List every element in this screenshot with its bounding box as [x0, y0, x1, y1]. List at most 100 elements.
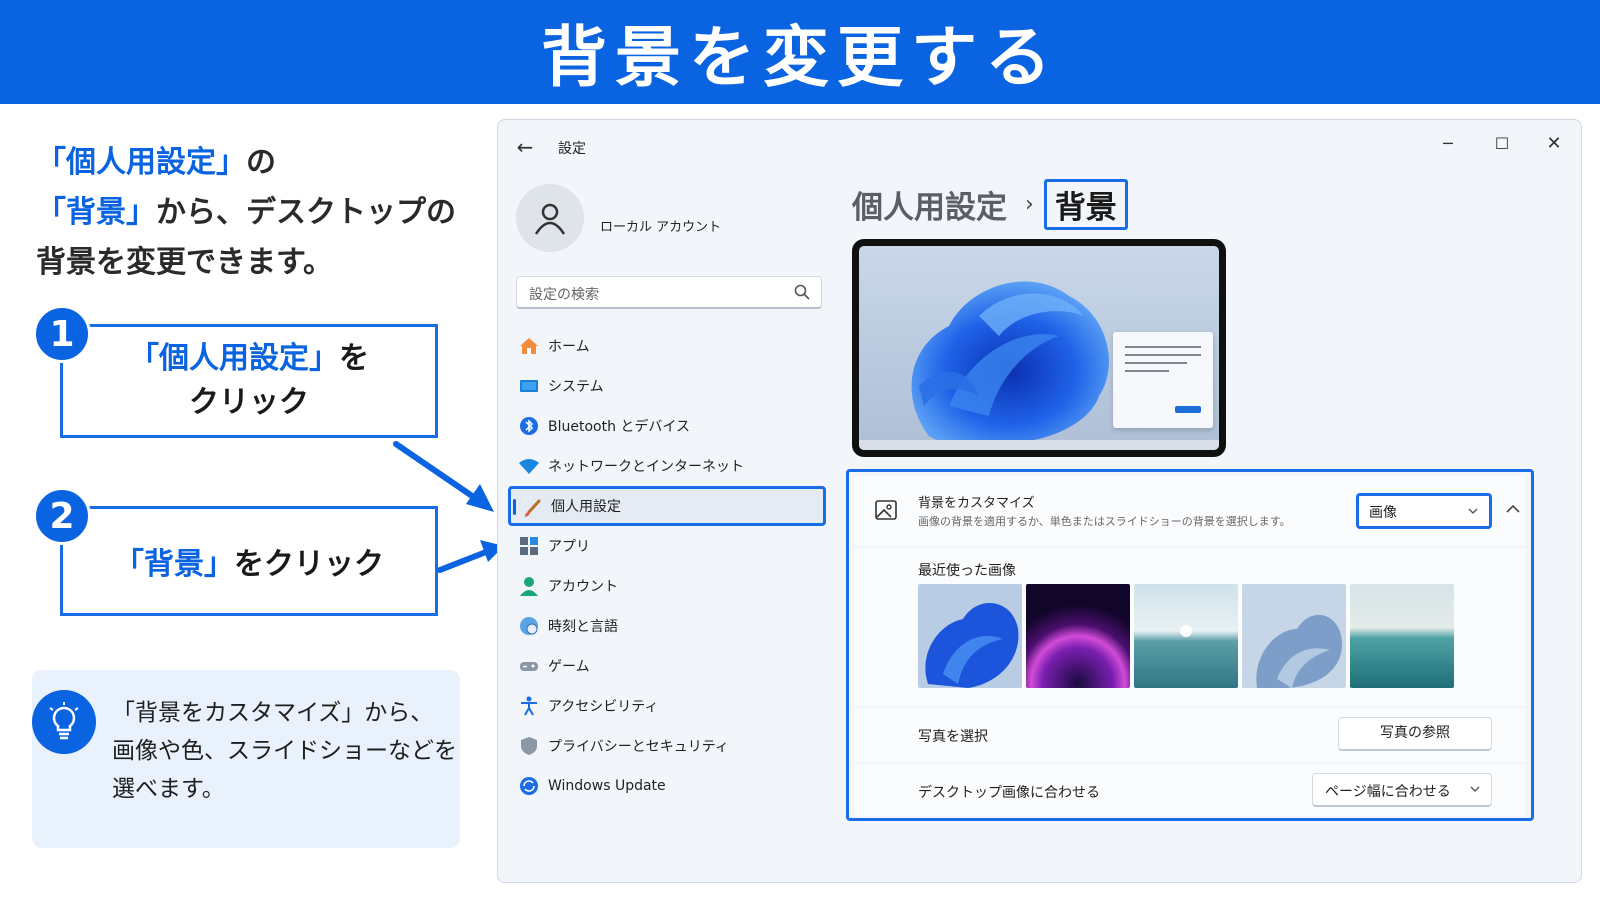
step1-rest: を: [339, 341, 369, 376]
sidebar-item-gaming[interactable]: ゲーム: [508, 646, 826, 686]
sidebar-item-privacy[interactable]: プライバシーとセキュリティ: [508, 726, 826, 766]
sidebar-item-label: 個人用設定: [551, 499, 621, 515]
home-icon: [518, 335, 540, 357]
thumbnail-lake-horizon[interactable]: [1134, 584, 1238, 688]
choose-photo-label: 写真を選択: [918, 729, 988, 745]
sidebar-item-system[interactable]: システム: [508, 366, 826, 406]
search-icon: [794, 284, 810, 300]
page-title: 背景を変更する: [541, 19, 1059, 96]
tip-text: 「背景をカスタマイズ」から、 画像や色、スライドショーなどを 選べます。: [112, 694, 460, 808]
step1-highlight: 「個人用設定」: [129, 341, 339, 376]
intro-line2-rest: から、デスクトップの: [156, 195, 456, 230]
person-icon: [518, 575, 540, 597]
minimize-button[interactable]: ─: [1425, 126, 1471, 160]
apps-icon: [518, 535, 540, 557]
sidebar-item-bluetooth[interactable]: Bluetooth とデバイス: [508, 406, 826, 446]
title-banner: 背景を変更する: [0, 0, 1600, 104]
sidebar-item-label: アクセシビリティ: [548, 699, 659, 715]
sidebar-item-label: Windows Update: [548, 778, 666, 794]
fit-row: デスクトップ画像に合わせる ページ幅に合わせる: [854, 764, 1526, 816]
sidebar-item-label: システム: [548, 379, 604, 395]
intro-line3: 背景を変更できます。: [36, 245, 333, 280]
fit-select[interactable]: ページ幅に合わせる: [1312, 773, 1492, 807]
browse-photos-button[interactable]: 写真の参照: [1338, 717, 1492, 751]
thumbnail-blue-bloom[interactable]: [918, 584, 1022, 688]
account-name: ローカル アカウント: [600, 220, 722, 235]
back-arrow-icon[interactable]: ←: [512, 134, 538, 160]
breadcrumb-separator: ›: [1025, 191, 1034, 217]
sidebar-item-apps[interactable]: アプリ: [508, 526, 826, 566]
shield-icon: [518, 735, 540, 757]
sidebar-item-label: ホーム: [548, 339, 590, 355]
sidebar-item-accounts[interactable]: アカウント: [508, 566, 826, 606]
brush-icon: [521, 498, 543, 520]
thumbnail-pale-bloom[interactable]: [1242, 584, 1346, 688]
sidebar-item-home[interactable]: ホーム: [508, 326, 826, 366]
breadcrumb-parent[interactable]: 個人用設定: [852, 182, 1007, 227]
step1-number: 1: [33, 305, 91, 363]
sidebar-item-label: 時刻と言語: [548, 619, 618, 635]
close-button[interactable]: ✕: [1531, 126, 1577, 160]
recent-images-row: 最近使った画像: [854, 548, 1526, 706]
sidebar-item-label: アプリ: [548, 539, 590, 555]
bluetooth-icon: [518, 415, 540, 437]
sidebar-item-accessibility[interactable]: アクセシビリティ: [508, 686, 826, 726]
desktop-preview: [852, 239, 1226, 457]
background-settings-panel: 背景をカスタマイズ 画像の背景を適用するか、単色またはスライドショーの背景を選択…: [846, 469, 1534, 821]
customize-background-description: 画像の背景を適用するか、単色またはスライドショーの背景を選択します。: [918, 515, 1291, 528]
sidebar-nav: ホーム システム Bluetooth とデバイス ネットワークとインターネット …: [508, 326, 826, 806]
picture-icon: [875, 500, 897, 520]
sidebar-item-personalization[interactable]: 個人用設定: [508, 486, 826, 526]
sidebar-item-windows-update[interactable]: Windows Update: [508, 766, 826, 806]
customize-background-row: 背景をカスタマイズ 画像の背景を適用するか、単色またはスライドショーの背景を選択…: [854, 476, 1526, 546]
chevron-down-icon: [1468, 508, 1478, 514]
thumbnail-purple-glow[interactable]: [1026, 584, 1130, 688]
search-input[interactable]: 設定の検索: [516, 276, 822, 309]
recent-images-title: 最近使った画像: [918, 563, 1016, 579]
update-icon: [518, 775, 540, 797]
avatar[interactable]: [516, 184, 584, 252]
tip-box: 「背景をカスタマイズ」から、 画像や色、スライドショーなどを 選べます。: [32, 670, 460, 848]
choose-photo-row: 写真を選択 写真の参照: [854, 708, 1526, 762]
sidebar-item-time-language[interactable]: 時刻と言語: [508, 606, 826, 646]
step2-highlight: 「背景」: [114, 547, 234, 582]
intro-highlight-personalization: 「個人用設定」: [36, 145, 246, 180]
sidebar-item-network[interactable]: ネットワークとインターネット: [508, 446, 826, 486]
breadcrumb-current: 背景: [1043, 178, 1128, 230]
gamepad-icon: [518, 655, 540, 677]
maximize-button[interactable]: ☐: [1479, 126, 1525, 160]
sidebar-item-label: ゲーム: [548, 659, 590, 675]
accessibility-icon: [518, 695, 540, 717]
step1-line2: クリック: [189, 385, 309, 420]
chevron-down-icon: [1470, 786, 1480, 792]
wifi-icon: [518, 455, 540, 477]
fit-value: ページ幅に合わせる: [1325, 784, 1451, 800]
sidebar-item-label: Bluetooth とデバイス: [548, 419, 690, 435]
thumbnail-teal-lake[interactable]: [1350, 584, 1454, 688]
intro-text: 「個人用設定」の 「背景」から、デスクトップの 背景を変更できます。: [36, 138, 456, 288]
fit-label: デスクトップ画像に合わせる: [918, 785, 1100, 801]
user-icon: [534, 203, 566, 235]
sidebar-item-label: ネットワークとインターネット: [548, 459, 744, 475]
step2-rest: をクリック: [234, 547, 384, 582]
sidebar-item-label: プライバシーとセキュリティ: [548, 739, 729, 755]
window-title: 設定: [558, 141, 586, 157]
chevron-up-icon[interactable]: [1504, 500, 1522, 518]
recent-images-list: [918, 584, 1454, 688]
settings-window: ← 設定 ─ ☐ ✕ ローカル アカウント 設定の検索 ホーム システム Blu…: [497, 119, 1582, 883]
breadcrumb: 個人用設定 › 背景: [852, 178, 1128, 230]
step1-callout: 「個人用設定」を クリック: [60, 324, 438, 438]
intro-highlight-background: 「背景」: [36, 195, 156, 230]
customize-background-title: 背景をカスタマイズ: [918, 496, 1035, 511]
title-bar: ← 設定 ─ ☐ ✕: [498, 120, 1581, 176]
tip-line3: 選べます。: [112, 776, 225, 802]
search-placeholder: 設定の検索: [529, 287, 599, 303]
background-type-select[interactable]: 画像: [1356, 493, 1492, 529]
tip-line2: 画像や色、スライドショーなどを: [112, 738, 457, 764]
lightbulb-icon: [32, 690, 96, 754]
step2-callout: 「背景」をクリック: [60, 506, 438, 616]
intro-line1-rest: の: [246, 145, 276, 180]
step2-number: 2: [33, 487, 91, 545]
preview-taskbar: [859, 440, 1219, 450]
background-type-value: 画像: [1369, 505, 1397, 521]
